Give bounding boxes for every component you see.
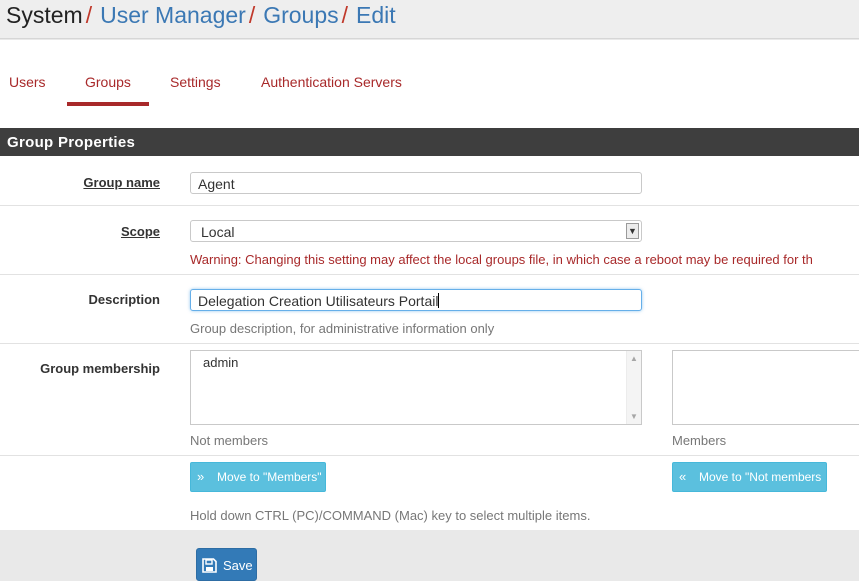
description-help: Group description, for administrative in… xyxy=(190,321,495,336)
save-icon xyxy=(202,558,217,573)
tab-users[interactable]: Users xyxy=(9,74,46,90)
row-divider xyxy=(0,343,859,344)
active-tab-indicator xyxy=(67,102,149,106)
description-label: Description xyxy=(88,292,160,307)
chevron-down-icon[interactable]: ▼ xyxy=(626,223,639,239)
row-divider xyxy=(0,205,859,206)
breadcrumb-groups[interactable]: Groups xyxy=(263,2,338,28)
members-listbox[interactable] xyxy=(672,350,859,425)
scope-select[interactable]: Local ▼ xyxy=(190,220,642,242)
save-button[interactable]: Save xyxy=(196,548,257,581)
breadcrumb-separator: / xyxy=(248,2,256,28)
breadcrumb-system: System xyxy=(6,2,83,28)
tab-bar: Users Groups Settings Authentication Ser… xyxy=(0,40,859,128)
scope-selected-value: Local xyxy=(201,224,235,240)
not-members-listbox[interactable]: admin ▲ ▼ xyxy=(190,350,642,425)
description-input[interactable]: Delegation Creation Utilisateurs Portail xyxy=(190,289,642,311)
text-cursor xyxy=(438,293,440,308)
not-members-label: Not members xyxy=(190,433,269,448)
move-to-members-button[interactable]: » Move to "Members" xyxy=(190,462,326,492)
move-to-members-label: Move to "Members" xyxy=(217,470,322,484)
tab-authentication-servers[interactable]: Authentication Servers xyxy=(261,74,402,90)
move-to-not-members-label: Move to "Not members xyxy=(699,470,822,484)
scope-label: Scope xyxy=(120,224,160,239)
scroll-down-icon[interactable]: ▼ xyxy=(630,412,638,421)
double-chevron-right-icon: » xyxy=(197,469,205,484)
page-header: System / User Manager / Groups / Edit xyxy=(0,0,859,39)
save-label: Save xyxy=(223,558,253,573)
row-divider xyxy=(0,274,859,275)
multi-select-help: Hold down CTRL (PC)/COMMAND (Mac) key to… xyxy=(190,508,591,523)
members-label: Members xyxy=(672,433,727,448)
group-membership-label: Group membership xyxy=(40,361,160,376)
double-chevron-left-icon: « xyxy=(679,469,687,484)
breadcrumb-user-manager[interactable]: User Manager xyxy=(100,2,246,28)
breadcrumb-separator: / xyxy=(341,2,349,28)
breadcrumb: System / User Manager / Groups / Edit xyxy=(6,2,396,28)
row-divider xyxy=(0,455,859,456)
description-value: Delegation Creation Utilisateurs Portail xyxy=(198,293,439,309)
breadcrumb-separator: / xyxy=(85,2,93,28)
scope-warning: Warning: Changing this setting may affec… xyxy=(190,252,813,267)
list-item[interactable]: admin xyxy=(203,355,238,370)
panel-title: Group Properties xyxy=(7,134,136,151)
tab-settings[interactable]: Settings xyxy=(170,74,221,90)
move-to-not-members-button[interactable]: « Move to "Not members xyxy=(672,462,827,492)
group-name-input[interactable]: Agent xyxy=(190,172,642,194)
breadcrumb-edit[interactable]: Edit xyxy=(356,2,396,28)
scroll-up-icon[interactable]: ▲ xyxy=(630,354,638,363)
panel-header: Group Properties xyxy=(0,128,859,156)
group-name-label: Group name xyxy=(83,175,160,190)
listbox-scrollbar[interactable]: ▲ ▼ xyxy=(626,351,641,424)
group-properties-panel: Group name Agent Scope Local ▼ Warning: … xyxy=(0,156,859,530)
tab-groups[interactable]: Groups xyxy=(85,74,131,90)
